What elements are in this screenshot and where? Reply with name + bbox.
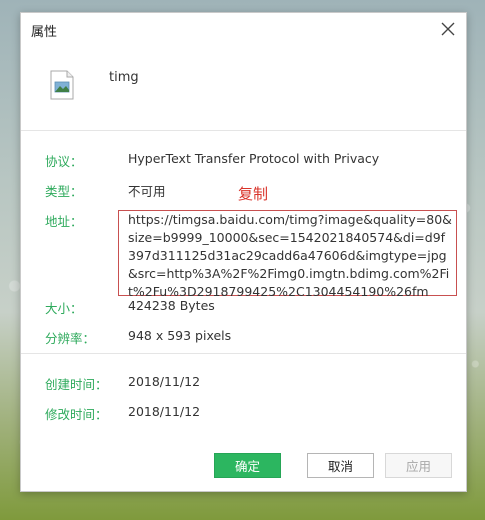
type-value: 不可用 (128, 184, 166, 199)
copy-annotation: 复制 (238, 185, 269, 203)
protocol-value: HyperText Transfer Protocol with Privacy (128, 151, 380, 166)
resolution-label: 分辨率： (45, 331, 96, 346)
size-value: 424238 Bytes (128, 298, 215, 313)
file-name: timg (109, 70, 139, 85)
dialog-title: 属性 (31, 25, 58, 40)
ok-button[interactable]: 确定 (214, 453, 281, 478)
apply-button[interactable]: 应用 (385, 453, 452, 478)
created-value: 2018/11/12 (128, 374, 201, 389)
address-label: 地址： (45, 214, 83, 229)
close-icon[interactable] (438, 19, 458, 39)
created-label: 创建时间： (45, 377, 108, 392)
title-bar: 属性 (21, 13, 466, 45)
properties-dialog: 属性 timg 协议： HyperText Transfer Protocol … (20, 12, 467, 492)
modified-value: 2018/11/12 (128, 404, 201, 419)
type-label: 类型： (45, 184, 83, 199)
protocol-label: 协议： (45, 154, 83, 169)
cancel-button[interactable]: 取消 (307, 453, 374, 478)
size-label: 大小： (45, 301, 83, 316)
resolution-value: 948 x 593 pixels (128, 328, 232, 343)
address-value[interactable]: https://timgsa.baidu.com/timg?image&qual… (128, 211, 452, 301)
modified-label: 修改时间： (45, 407, 108, 422)
divider (21, 130, 466, 131)
divider (21, 353, 466, 354)
image-file-icon (49, 70, 75, 100)
